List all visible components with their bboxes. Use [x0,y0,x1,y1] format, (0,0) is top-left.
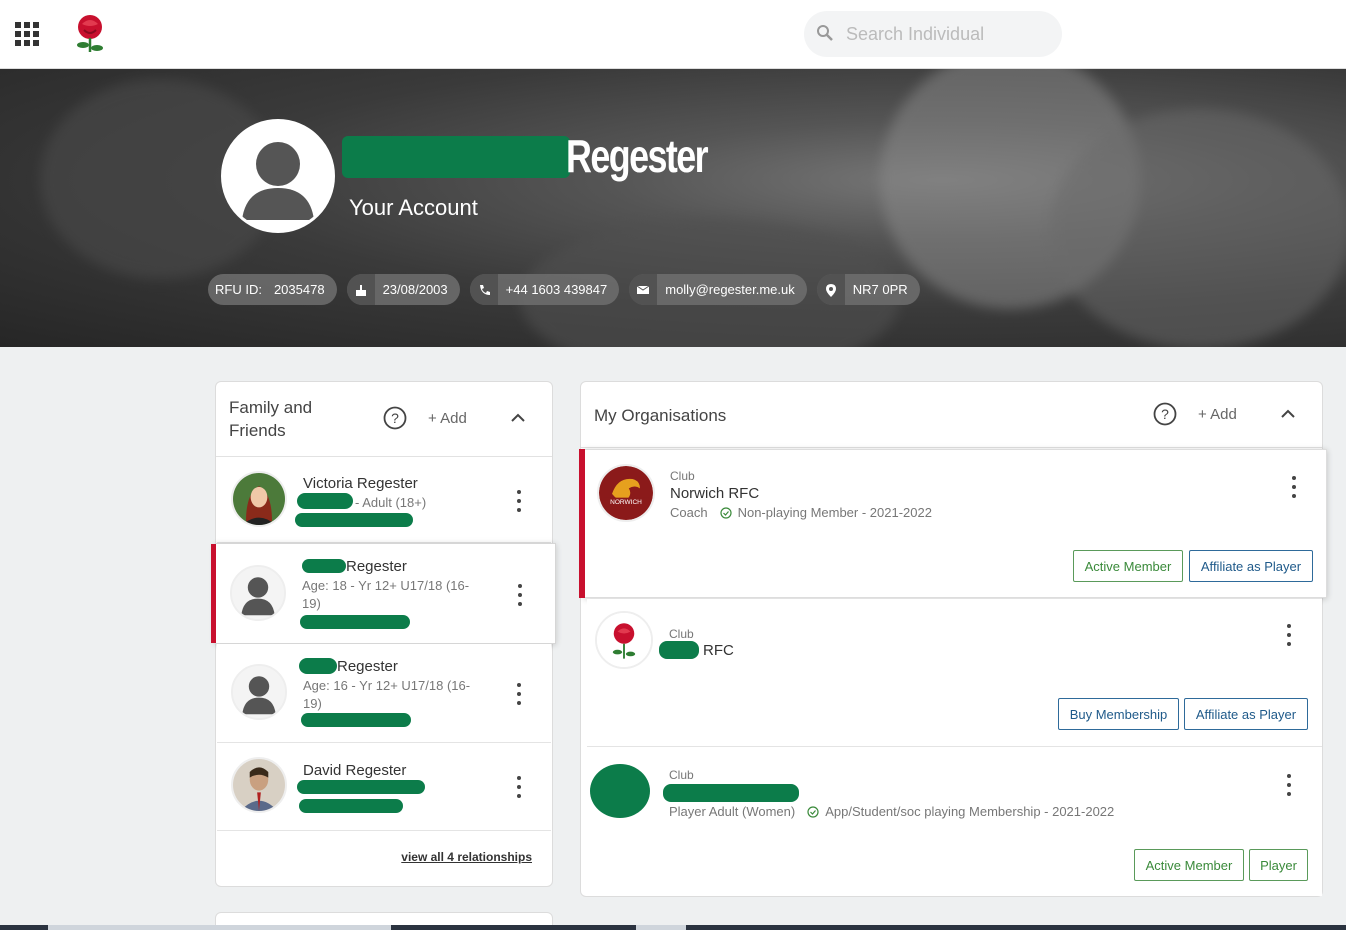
phone-value: +44 1603 439847 [505,282,608,297]
member-name: Regester [337,658,398,675]
family-member-row[interactable]: Regester Age: 18 - Yr 12+ U17/18 (16-19) [211,543,556,644]
more-options-icon[interactable] [1286,624,1292,646]
more-options-icon[interactable] [516,490,522,512]
bottom-taskbar-strip [0,925,1346,930]
name-redaction [342,136,570,178]
view-all-relationships-link[interactable]: view all 4 relationships [401,850,532,864]
profile-avatar[interactable] [221,119,335,233]
family-member-row[interactable]: David Regester [217,743,551,831]
org-membership: App/Student/soc playing Membership - 202… [825,804,1115,819]
more-options-icon[interactable] [1286,774,1292,796]
family-card: Family and Friends ? + Add Victoria Rege… [211,381,556,887]
chevron-up-icon[interactable] [1279,405,1297,423]
rfc-rose-logo [595,611,653,669]
member-name: Regester [346,558,407,575]
member-avatar [231,471,287,527]
profile-surname: Regester [566,130,709,182]
family-card-title: Family and Friends [229,398,313,440]
postcode-value: NR7 0PR [852,282,908,297]
affiliate-as-player-button[interactable]: Affiliate as Player [1184,698,1308,730]
more-options-icon[interactable] [516,683,522,705]
rose-logo[interactable] [70,12,110,56]
org-role-text: Coach [670,505,708,520]
chevron-up-icon[interactable] [509,409,527,427]
rfu-id-chip: RFU ID: 2035478 [208,274,337,305]
email-value: molly@regester.me.uk [665,282,795,297]
more-options-icon[interactable] [1291,476,1297,498]
profile-chips: RFU ID: 2035478 23/08/2003 +44 1603 4398… [208,274,920,305]
more-options-icon[interactable] [517,584,523,606]
profile-hero: Regester Your Account RFU ID: 2035478 23… [0,69,1346,347]
rfu-id-value: 2035478 [273,282,325,297]
family-member-row[interactable]: Regester Age: 16 - Yr 12+ U17/18 (16-19) [217,644,551,743]
norwich-rfc-logo: NORWICH [597,464,655,522]
member-avatar [230,565,286,621]
member-name: David Regester [303,762,407,779]
cake-icon [355,284,366,296]
member-detail: - Adult (18+) [355,495,427,510]
org-role: Player Adult (Women) App/Student/soc pla… [669,804,1114,819]
check-circle-icon [719,506,732,519]
family-member-row[interactable]: Victoria Regester - Adult (18+) [217,457,551,543]
buy-membership-button[interactable]: Buy Membership [1058,698,1179,730]
email-icon [636,285,650,294]
postcode-chip: NR7 0PR [816,274,920,305]
search-box[interactable] [804,11,1062,57]
selected-accent [579,449,585,598]
player-button[interactable]: Player [1249,849,1308,881]
affiliate-as-player-button[interactable]: Affiliate as Player [1189,550,1313,582]
active-member-button[interactable]: Active Member [1073,550,1183,582]
member-avatar [231,664,287,720]
member-avatar [231,757,287,813]
profile-subtitle: Your Account [349,195,478,220]
phone-icon [479,284,490,295]
organisations-card: My Organisations ? + Add NORWICH Club No… [579,381,1327,897]
org-name: RFC [703,642,734,659]
svg-text:?: ? [391,410,399,426]
org-logo-redacted [590,764,650,818]
top-bar [0,0,1346,69]
organisations-card-title: My Organisations [594,406,727,425]
selected-accent [211,544,216,643]
org-role: Coach Non-playing Member - 2021-2022 [670,505,932,520]
member-detail: Age: 16 - Yr 12+ U17/18 (16-19) [303,678,471,711]
phone-chip: +44 1603 439847 [469,274,620,305]
more-options-icon[interactable] [516,776,522,798]
organisation-row[interactable]: Club Player Adult (Women) App/Student/so… [587,748,1322,896]
check-circle-icon [807,805,819,818]
organisations-card-header: My Organisations ? + Add [581,382,1322,448]
location-pin-icon [825,283,836,297]
organisations-add-button[interactable]: + Add [1198,406,1237,423]
member-detail: Age: 18 - Yr 12+ U17/18 (16-19) [302,578,470,611]
org-name: Norwich RFC [670,485,760,502]
organisation-row[interactable]: NORWICH Club Norwich RFC Coach Non-playi… [579,449,1327,598]
family-card-header: Family and Friends ? + Add [216,382,552,457]
dob-value: 23/08/2003 [382,282,448,297]
rfu-id-label: RFU ID: [215,282,262,297]
search-icon [817,25,833,41]
org-type: Club [669,627,694,641]
apps-grid-icon[interactable] [15,22,39,46]
svg-text:NORWICH: NORWICH [610,499,642,506]
help-icon[interactable]: ? [1153,402,1177,426]
org-type: Club [670,469,695,483]
email-chip: molly@regester.me.uk [629,274,807,305]
organisation-row[interactable]: Club RFC Buy Membership Affiliate as Pla… [587,599,1322,747]
dob-chip: 23/08/2003 [346,274,460,305]
member-name: Victoria Regester [303,475,418,492]
search-input[interactable] [846,19,1046,49]
svg-text:?: ? [1161,406,1169,422]
org-type: Club [669,768,694,782]
help-icon[interactable]: ? [383,406,407,430]
org-role-text: Player Adult (Women) [669,804,796,819]
family-add-button[interactable]: + Add [428,410,467,427]
active-member-button[interactable]: Active Member [1134,849,1244,881]
org-membership: Non-playing Member - 2021-2022 [737,505,932,520]
